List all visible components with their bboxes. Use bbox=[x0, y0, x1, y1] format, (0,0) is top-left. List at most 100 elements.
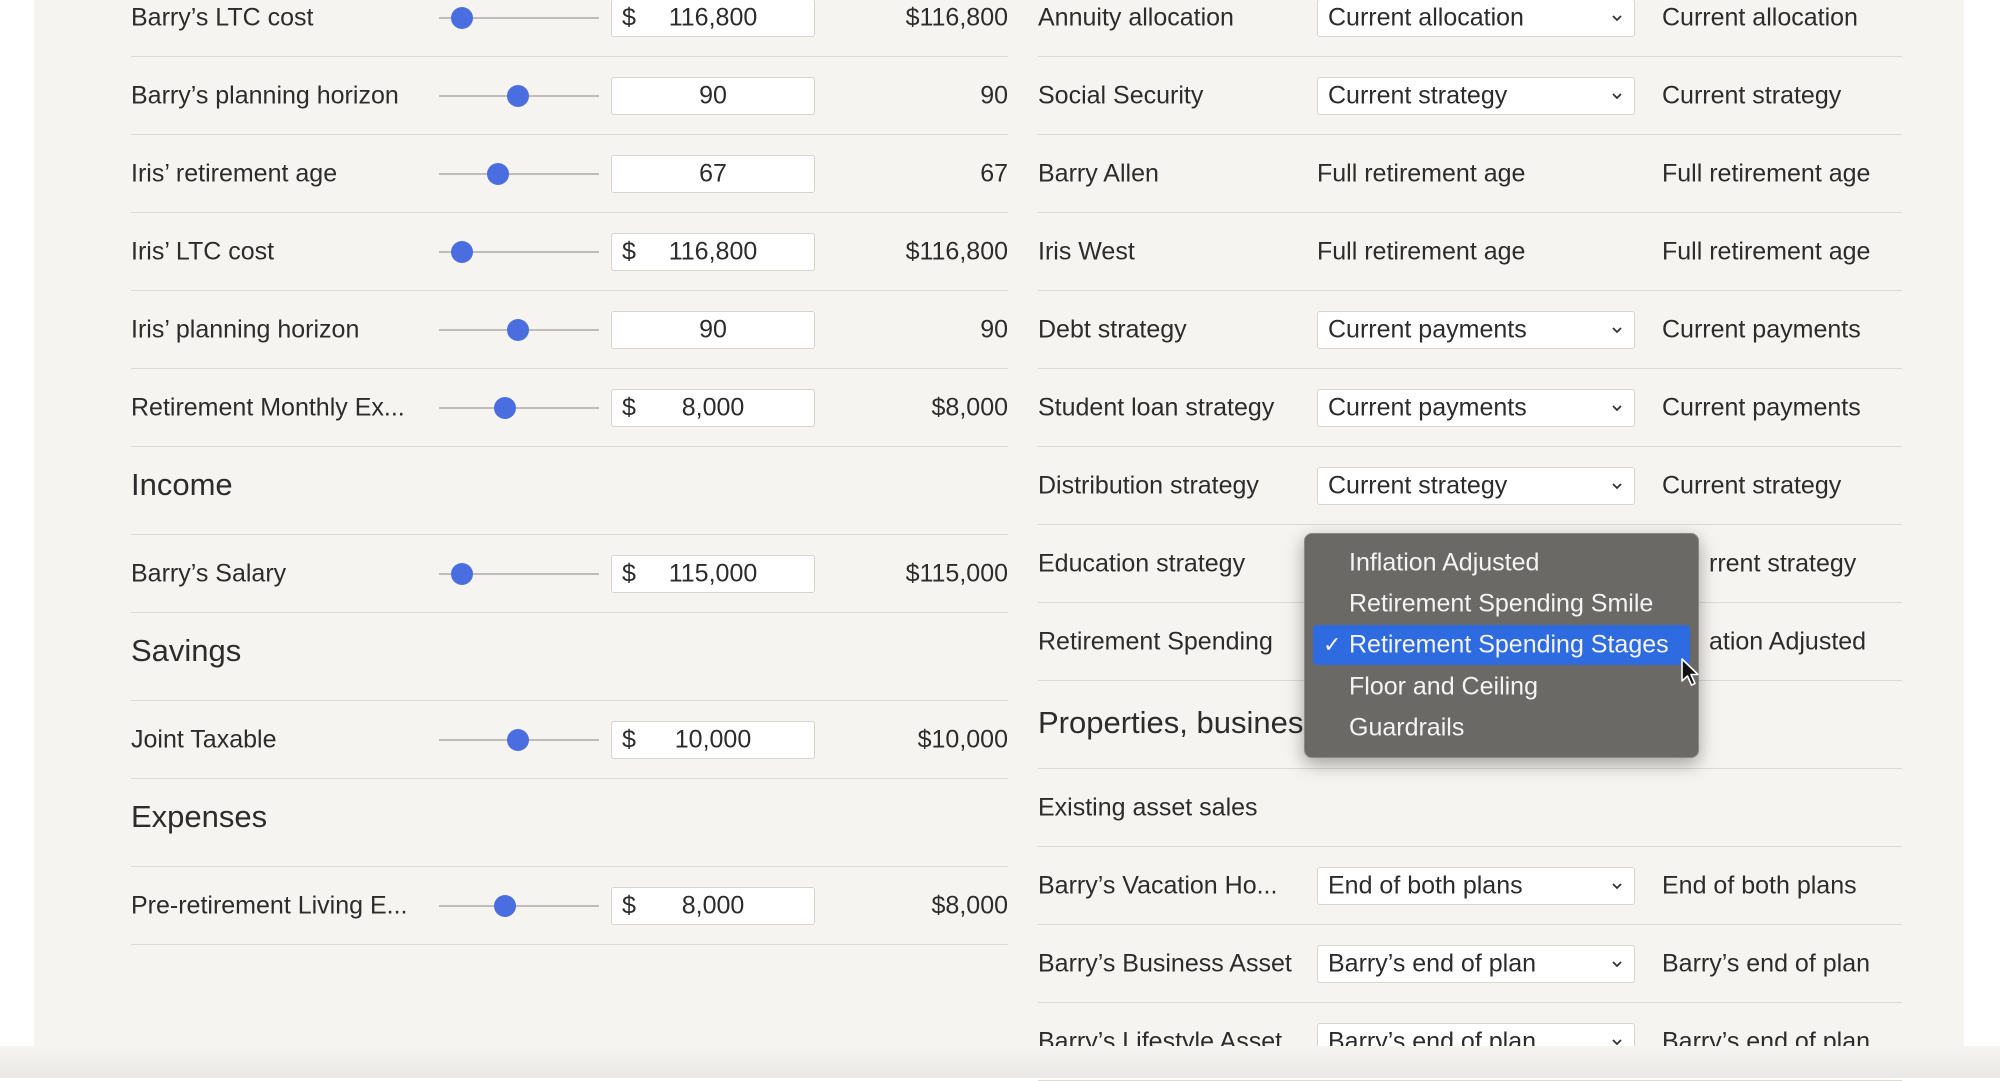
row-label: Iris’ retirement age bbox=[131, 159, 338, 187]
slider-knob[interactable] bbox=[451, 6, 473, 29]
value-slider[interactable] bbox=[439, 84, 599, 107]
chevron-down-icon bbox=[1612, 404, 1622, 411]
current-value: Current strategy bbox=[1662, 81, 1842, 109]
current-value: 67 bbox=[980, 159, 1008, 187]
dropdown-option[interactable]: Floor and Ceiling bbox=[1313, 667, 1690, 707]
assumption-row: Joint Taxable $10,000 $10,000 bbox=[131, 701, 1008, 779]
strategy-row: Barry Allen Full retirement age Full ret… bbox=[1038, 135, 1902, 213]
strategy-row: Barry’s Business Asset Barry’s end of pl… bbox=[1038, 925, 1902, 1003]
current-value: $116,800 bbox=[905, 237, 1008, 265]
value-slider[interactable] bbox=[439, 6, 599, 29]
section-title: Savings bbox=[131, 633, 242, 668]
chevron-down-icon bbox=[1612, 326, 1622, 333]
value-input[interactable]: $8,000 bbox=[611, 886, 815, 925]
option-label: Retirement Spending Stages bbox=[1349, 630, 1669, 659]
chevron-down-icon bbox=[1612, 482, 1622, 489]
value-slider[interactable] bbox=[439, 894, 599, 917]
row-label: Barry’s Vacation Ho... bbox=[1038, 871, 1278, 899]
dropdown-option-selected[interactable]: ✓ Retirement Spending Stages bbox=[1313, 625, 1690, 665]
value-input[interactable]: $116,800 bbox=[611, 232, 815, 271]
row-label: Joint Taxable bbox=[131, 725, 277, 753]
value-slider[interactable] bbox=[439, 162, 599, 185]
current-value: 90 bbox=[980, 315, 1008, 343]
assumption-row: Barry’s Salary $115,000 $115,000 bbox=[131, 535, 1008, 613]
value-input[interactable]: $115,000 bbox=[611, 554, 815, 593]
input-value: 90 bbox=[699, 81, 727, 109]
select-value: Current strategy bbox=[1328, 471, 1508, 499]
value-input[interactable]: $116,800 bbox=[611, 0, 815, 37]
slider-knob[interactable] bbox=[507, 318, 529, 341]
value-input[interactable]: 67 bbox=[611, 154, 815, 193]
value-input[interactable]: 90 bbox=[611, 310, 815, 349]
currency-sign: $ bbox=[622, 559, 636, 587]
strategy-row: Iris West Full retirement age Full retir… bbox=[1038, 213, 1902, 291]
select-value: End of both plans bbox=[1328, 871, 1523, 899]
current-value: Current strategy bbox=[1662, 471, 1842, 499]
current-value: rrent strategy bbox=[1709, 549, 1857, 577]
value-input[interactable]: $8,000 bbox=[611, 388, 815, 427]
section-title: Income bbox=[131, 467, 233, 502]
row-label: Distribution strategy bbox=[1038, 471, 1259, 499]
assumption-row: Pre-retirement Living E... $8,000 $8,000 bbox=[131, 867, 1008, 945]
strategy-select[interactable]: Barry’s end of plan bbox=[1317, 944, 1635, 983]
chevron-down-icon bbox=[1612, 92, 1622, 99]
strategy-row: Debt strategy Current payments Current p… bbox=[1038, 291, 1902, 369]
strategy-select[interactable]: Current allocation bbox=[1317, 0, 1635, 37]
current-value: $115,000 bbox=[905, 559, 1008, 587]
input-value: 90 bbox=[699, 315, 727, 343]
assumption-row: Iris’ retirement age 67 67 bbox=[131, 135, 1008, 213]
row-label: Barry’s Business Asset bbox=[1038, 949, 1292, 977]
row-label: Iris’ planning horizon bbox=[131, 315, 360, 343]
dropdown-option[interactable]: Guardrails bbox=[1313, 708, 1690, 748]
chevron-down-icon bbox=[1612, 14, 1622, 21]
value-slider[interactable] bbox=[439, 728, 599, 751]
value-slider[interactable] bbox=[439, 396, 599, 419]
slider-knob[interactable] bbox=[507, 728, 529, 751]
strategy-select[interactable]: Current strategy bbox=[1317, 76, 1635, 115]
slider-knob[interactable] bbox=[487, 162, 509, 185]
slider-knob[interactable] bbox=[494, 396, 516, 419]
bottom-edge-shadow bbox=[0, 1046, 2000, 1078]
current-value: Full retirement age bbox=[1662, 159, 1871, 187]
assumption-row: Barry’s planning horizon 90 90 bbox=[131, 57, 1008, 135]
current-value: $10,000 bbox=[917, 725, 1008, 753]
assumption-row: Iris’ LTC cost $116,800 $116,800 bbox=[131, 213, 1008, 291]
value-input[interactable]: 90 bbox=[611, 76, 815, 115]
value-slider[interactable] bbox=[439, 318, 599, 341]
row-label: Retirement Monthly Ex... bbox=[131, 393, 405, 421]
dropdown-option[interactable]: Retirement Spending Smile bbox=[1313, 584, 1690, 624]
strategy-select[interactable]: Current strategy bbox=[1317, 466, 1635, 505]
dropdown-option[interactable]: Inflation Adjusted bbox=[1313, 543, 1690, 583]
value-slider[interactable] bbox=[439, 562, 599, 585]
checkmark-icon: ✓ bbox=[1323, 632, 1342, 657]
strategy-row: Barry’s Vacation Ho... End of both plans… bbox=[1038, 847, 1902, 925]
plain-value: Full retirement age bbox=[1317, 159, 1526, 187]
value-input[interactable]: $10,000 bbox=[611, 720, 815, 759]
input-value: 8,000 bbox=[681, 891, 745, 919]
slider-knob[interactable] bbox=[451, 562, 473, 585]
slider-knob[interactable] bbox=[451, 240, 473, 263]
chevron-down-icon bbox=[1612, 960, 1622, 967]
retirement-spending-dropdown-menu[interactable]: Inflation Adjusted Retirement Spending S… bbox=[1304, 533, 1699, 758]
current-value: Full retirement age bbox=[1662, 237, 1871, 265]
section-title: Properties, busines bbox=[1038, 705, 1304, 740]
strategy-select[interactable]: End of both plans bbox=[1317, 866, 1635, 905]
strategy-row: Distribution strategy Current strategy C… bbox=[1038, 447, 1902, 525]
input-value: 116,800 bbox=[668, 237, 758, 265]
strategy-row: Existing asset sales bbox=[1038, 769, 1902, 847]
slider-knob[interactable] bbox=[507, 84, 529, 107]
option-label: Inflation Adjusted bbox=[1349, 548, 1540, 577]
input-value: 116,800 bbox=[668, 3, 758, 31]
input-value: 10,000 bbox=[674, 725, 752, 753]
current-value: Current payments bbox=[1662, 315, 1861, 343]
option-label: Guardrails bbox=[1349, 713, 1465, 742]
slider-knob[interactable] bbox=[494, 894, 516, 917]
input-value: 115,000 bbox=[668, 559, 758, 587]
strategy-select[interactable]: Current payments bbox=[1317, 388, 1635, 427]
value-slider[interactable] bbox=[439, 240, 599, 263]
section-header-expenses: Expenses bbox=[131, 779, 1008, 867]
current-value: ation Adjusted bbox=[1709, 627, 1867, 655]
strategy-select[interactable]: Current payments bbox=[1317, 310, 1635, 349]
select-value: Current allocation bbox=[1328, 3, 1524, 31]
row-label: Student loan strategy bbox=[1038, 393, 1275, 421]
